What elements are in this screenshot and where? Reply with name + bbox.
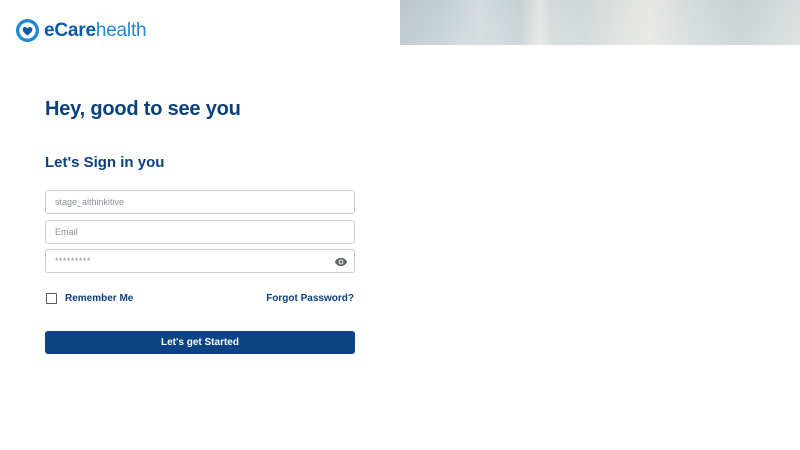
heart-logo-icon	[15, 18, 40, 43]
brand-name-part2: health	[95, 20, 147, 41]
sign-in-heading: Let's Sign in you	[45, 154, 165, 171]
remember-me-checkbox[interactable]	[46, 293, 57, 304]
email-field[interactable]	[45, 220, 355, 244]
username-field[interactable]	[45, 190, 355, 214]
logo: eCarehealth	[15, 18, 147, 43]
eye-icon[interactable]	[334, 255, 348, 269]
brand-name: eCarehealth	[44, 18, 147, 43]
brand-name-part1: eCare	[44, 20, 96, 41]
password-field[interactable]	[45, 249, 355, 273]
password-input[interactable]	[46, 250, 354, 272]
get-started-button[interactable]: Let's get Started	[45, 331, 355, 354]
page-title: Hey, good to see you	[45, 98, 241, 120]
remember-me-label: Remember Me	[65, 293, 134, 304]
forgot-password-link[interactable]: Forgot Password?	[266, 293, 354, 304]
hero-image	[400, 0, 800, 45]
email-input[interactable]	[46, 221, 354, 243]
username-input[interactable]	[46, 191, 354, 213]
remember-me[interactable]: Remember Me	[46, 293, 133, 304]
login-page: eCarehealth Hey, good to see you Let's S…	[0, 0, 800, 450]
